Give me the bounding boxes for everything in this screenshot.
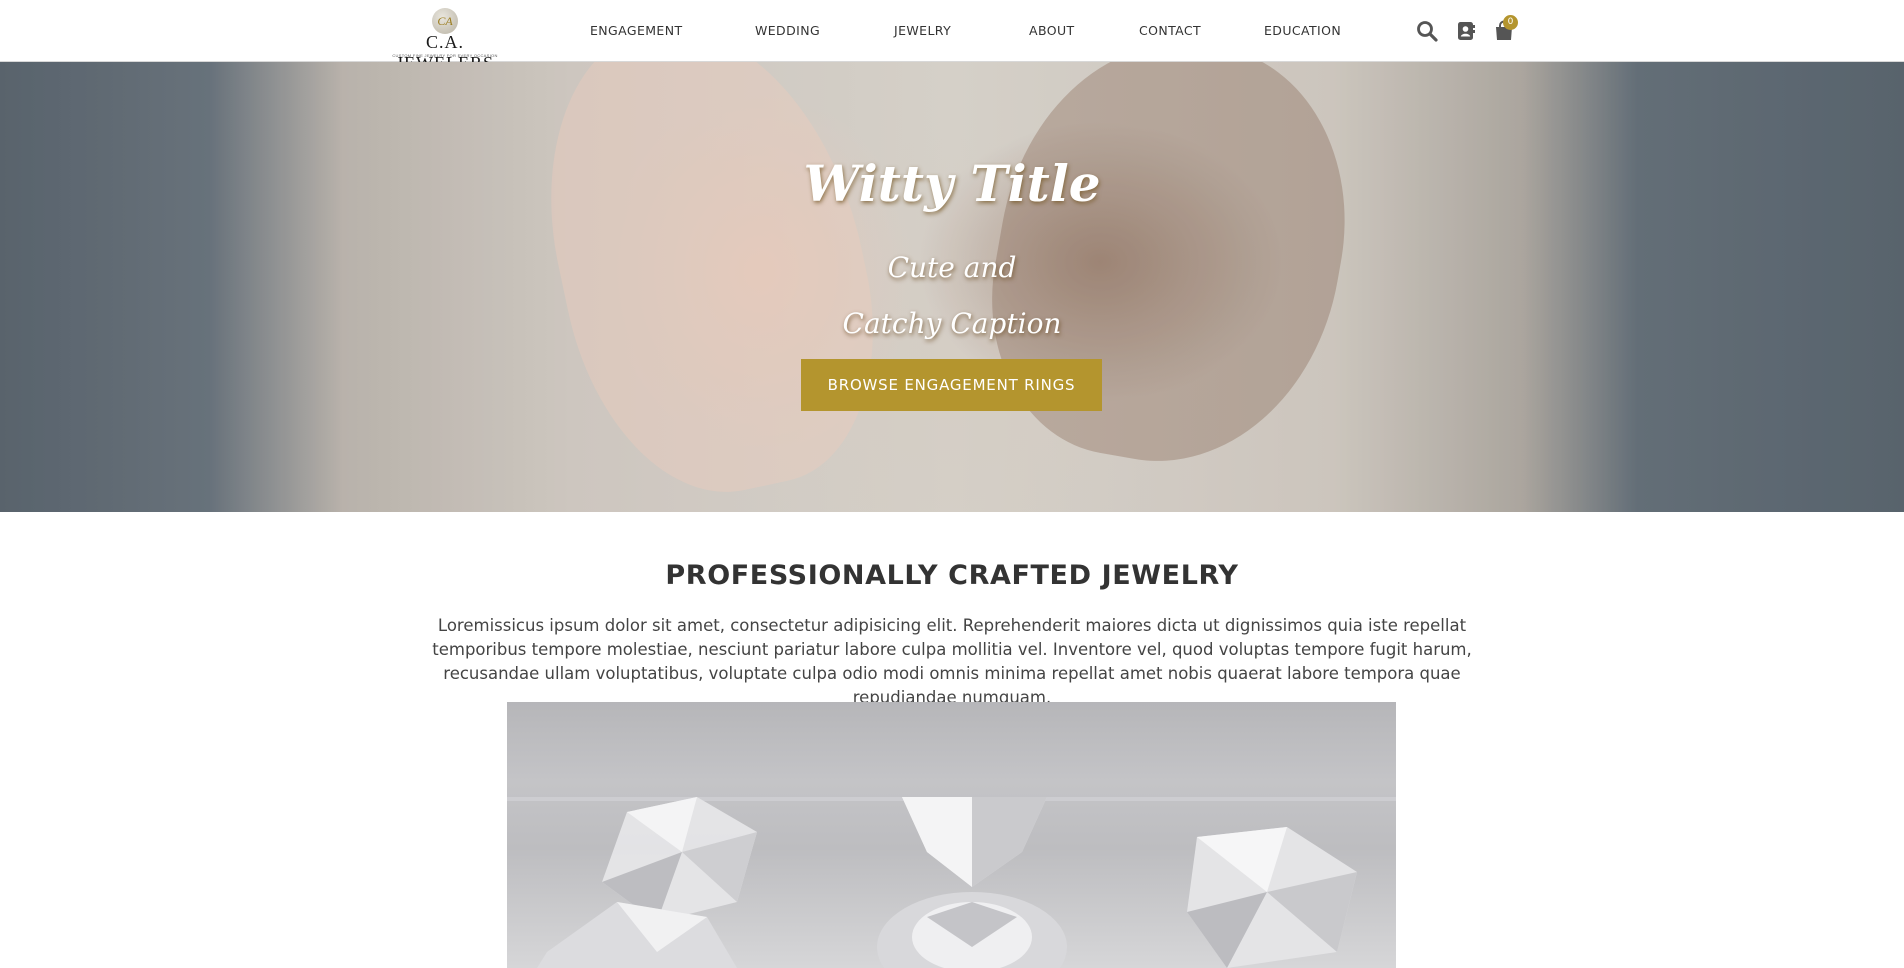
diamond-right xyxy=(1187,827,1357,968)
section-title: PROFESSIONALLY CRAFTED JEWELRY xyxy=(665,560,1239,591)
hero-banner: Witty Title Cute and Catchy Caption BROW… xyxy=(0,62,1904,512)
diamonds-illustration xyxy=(507,797,1396,968)
diamond-center-front xyxy=(877,892,1067,968)
hero-caption-line1: Cute and xyxy=(887,251,1017,284)
hero-caption: Cute and Catchy Caption xyxy=(0,240,1904,352)
hero-title: Witty Title xyxy=(803,154,1101,213)
browse-engagement-rings-button[interactable]: BROWSE ENGAGEMENT RINGS xyxy=(801,359,1102,411)
brand-tagline: CUSTOM FINE JEWELRY FOR EVERY OCCASION xyxy=(392,53,498,58)
nav-item-about[interactable]: ABOUT xyxy=(1029,23,1075,38)
diamond-left xyxy=(602,797,757,922)
brand-logo[interactable]: CA C.A. JEWELERS CUSTOM FINE JEWELRY FOR… xyxy=(380,8,510,73)
nav-item-education[interactable]: EDUCATION xyxy=(1264,23,1341,38)
site-header: CA C.A. JEWELERS CUSTOM FINE JEWELRY FOR… xyxy=(0,0,1904,73)
nav-item-jewelry[interactable]: JEWELRY xyxy=(894,23,951,38)
nav-item-engagement[interactable]: ENGAGEMENT xyxy=(590,23,683,38)
diamonds-image xyxy=(507,702,1396,968)
nav-item-contact[interactable]: CONTACT xyxy=(1139,23,1201,38)
account-icon[interactable] xyxy=(1454,19,1478,43)
cart-count-badge: 0 xyxy=(1503,15,1518,30)
diamond-center-back xyxy=(902,797,1047,887)
logo-monogram: CA xyxy=(432,8,458,34)
diamond-bottom-left xyxy=(537,902,737,968)
hero-caption-line2: Catchy Caption xyxy=(842,307,1062,340)
nav-item-wedding[interactable]: WEDDING xyxy=(755,23,820,38)
search-icon[interactable] xyxy=(1415,19,1439,43)
section-body: Loremissicus ipsum dolor sit amet, conse… xyxy=(432,616,1472,707)
